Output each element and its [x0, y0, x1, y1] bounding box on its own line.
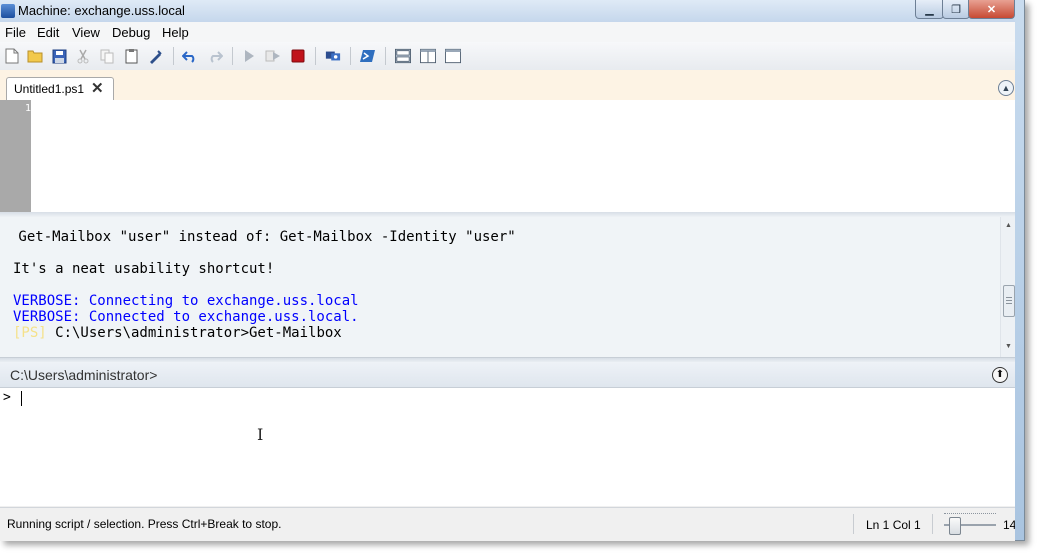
current-path: C:\Users\administrator> — [10, 367, 158, 383]
zoom-slider-thumb[interactable] — [949, 517, 962, 535]
output-line: Get-Mailbox "user" instead of: Get-Mailb… — [10, 229, 516, 245]
layout-top-icon[interactable] — [395, 48, 411, 64]
collapse-script-pane-icon[interactable]: ▲ — [998, 80, 1014, 96]
scroll-down-icon[interactable]: ▼ — [1001, 340, 1016, 354]
output-line: It's a neat usability shortcut! — [13, 261, 275, 277]
toolbar-separator — [232, 47, 233, 65]
undo-icon[interactable] — [182, 48, 198, 64]
redo-icon[interactable] — [207, 48, 223, 64]
command-pane[interactable]: > I — [0, 388, 1015, 506]
app-icon — [1, 4, 15, 18]
line-number: 1 — [24, 103, 31, 114]
output-pane[interactable]: Get-Mailbox "user" instead of: Get-Mailb… — [0, 217, 1016, 357]
tab-untitled1[interactable]: Untitled1.ps1 ✕ — [6, 77, 114, 101]
status-separator — [932, 514, 933, 534]
maximize-button[interactable]: ❐ — [942, 0, 970, 19]
copy-icon[interactable] — [99, 48, 115, 64]
script-editor[interactable]: 1 — [0, 100, 1015, 213]
toolbar-separator — [350, 47, 351, 65]
command-pane-header: C:\Users\administrator> ⬆ — [0, 362, 1015, 388]
toolbar-separator — [385, 47, 386, 65]
toolbar-separator — [173, 47, 174, 65]
cursor-position: Ln 1 Col 1 — [866, 518, 921, 532]
powershell-icon[interactable] — [360, 48, 376, 64]
menu-view[interactable]: View — [72, 25, 100, 40]
output-line: VERBOSE: Connecting to exchange.uss.loca… — [13, 293, 359, 309]
menu-edit[interactable]: Edit — [37, 25, 59, 40]
scroll-thumb[interactable] — [1003, 285, 1015, 317]
scroll-up-icon[interactable]: ▲ — [1001, 219, 1016, 233]
paste-icon[interactable] — [123, 48, 139, 64]
tab-strip: Untitled1.ps1 ✕ — [0, 70, 1015, 101]
menu-bar: File Edit View Debug Help — [0, 22, 1015, 42]
output-line: [PS] C:\Users\administrator>Get-Mailbox — [13, 325, 342, 341]
save-icon[interactable] — [51, 48, 67, 64]
layout-max-icon[interactable] — [445, 48, 461, 64]
run-icon[interactable] — [241, 48, 257, 64]
title-bar[interactable]: Machine: exchange.uss.local ▁ ❐ ✕ — [0, 0, 1015, 22]
ibeam-cursor-icon: I — [257, 425, 264, 444]
ise-window: Machine: exchange.uss.local ▁ ❐ ✕ File E… — [0, 0, 1025, 541]
run-selection-icon[interactable] — [265, 48, 281, 64]
output-scrollbar[interactable]: ▲ ▼ — [1000, 217, 1016, 357]
clear-icon[interactable] — [147, 48, 163, 64]
open-icon[interactable] — [27, 48, 43, 64]
menu-debug[interactable]: Debug — [112, 25, 150, 40]
close-button[interactable]: ✕ — [968, 0, 1015, 19]
expand-command-pane-icon[interactable]: ⬆ — [992, 367, 1008, 383]
remote-powershell-icon[interactable] — [325, 48, 341, 64]
stop-icon[interactable] — [290, 48, 306, 64]
status-bar: Running script / selection. Press Ctrl+B… — [0, 507, 1016, 541]
window-frame — [1015, 0, 1024, 540]
command-prompt: > — [3, 390, 11, 405]
tab-label: Untitled1.ps1 — [14, 82, 85, 96]
ps-prefix: [PS] — [13, 325, 47, 341]
output-command-text: C:\Users\administrator>Get-Mailbox — [46, 325, 342, 341]
output-line: VERBOSE: Connected to exchange.uss.local… — [13, 309, 359, 325]
minimize-button[interactable]: ▁ — [915, 0, 944, 19]
status-message: Running script / selection. Press Ctrl+B… — [7, 517, 282, 531]
menu-help[interactable]: Help — [162, 25, 189, 40]
new-icon[interactable] — [4, 48, 20, 64]
cut-icon[interactable] — [75, 48, 91, 64]
toolbar-separator — [315, 47, 316, 65]
layout-right-icon[interactable] — [420, 48, 436, 64]
toolbar — [0, 42, 1015, 71]
tab-close-icon[interactable]: ✕ — [91, 79, 104, 97]
status-separator — [853, 514, 854, 534]
menu-file[interactable]: File — [5, 25, 26, 40]
text-caret — [21, 391, 22, 406]
line-number-gutter: 1 — [0, 100, 31, 212]
window-title: Machine: exchange.uss.local — [18, 3, 185, 18]
